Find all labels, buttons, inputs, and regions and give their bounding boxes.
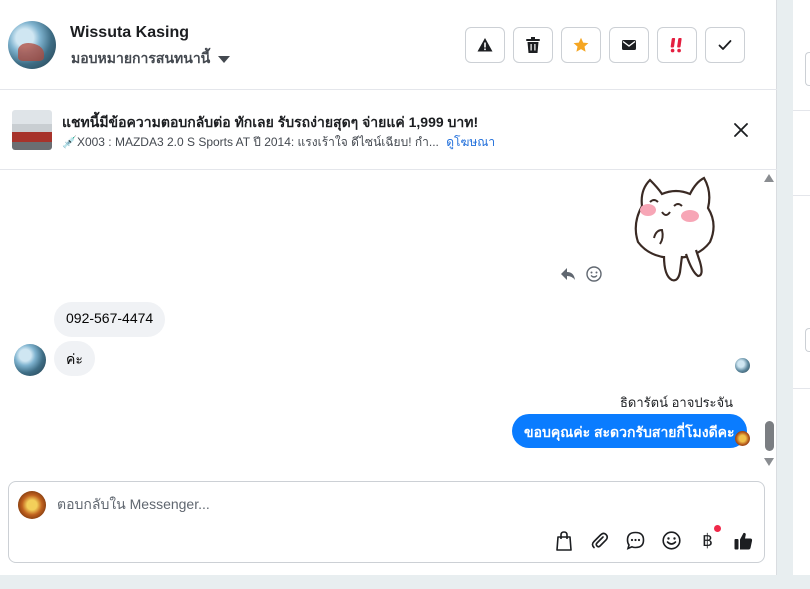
ad-thumbnail[interactable] xyxy=(12,110,52,150)
scroll-up-arrow-icon[interactable] xyxy=(764,174,774,182)
report-spam-button[interactable] xyxy=(465,27,505,63)
view-ad-link[interactable]: ดูโฆษณา xyxy=(446,135,495,149)
ad-subtitle: 💉X003 : MAZDA3 2.0 S Sports AT ปี 2014: … xyxy=(62,133,495,152)
right-details-panel xyxy=(793,0,810,575)
delete-button[interactable] xyxy=(513,27,553,63)
outgoing-message[interactable]: ขอบคุณค่ะ สะดวกรับสายกี่โมงดีคะ xyxy=(512,414,747,448)
payment-button[interactable]: ฿ xyxy=(696,525,721,552)
emoji-reaction-icon[interactable] xyxy=(586,266,602,282)
baht-icon: ฿ xyxy=(702,530,713,551)
star-icon xyxy=(573,37,589,52)
header-toolbar xyxy=(465,27,745,63)
exclamation-icon xyxy=(670,38,682,53)
shop-button[interactable] xyxy=(552,529,575,552)
sender-name: ธิดารัตน์ อาจประจัน xyxy=(620,395,734,410)
ad-context-banner: แชทนี้มีข้อความตอบกลับต่อ ทักเลย รับรถง่… xyxy=(0,90,777,170)
incoming-message[interactable]: 092-567-4474 xyxy=(54,302,166,337)
bag-icon xyxy=(555,530,572,551)
contact-avatar[interactable] xyxy=(8,21,56,69)
incoming-message[interactable]: ค่ะ xyxy=(54,341,95,376)
panel-field[interactable] xyxy=(805,328,810,352)
saved-replies-button[interactable] xyxy=(624,529,647,552)
emoji-icon xyxy=(662,531,681,550)
paperclip-icon xyxy=(591,532,608,548)
follow-up-button[interactable] xyxy=(657,27,697,63)
mark-done-button[interactable] xyxy=(705,27,745,63)
emoji-button[interactable] xyxy=(660,529,683,552)
envelope-icon xyxy=(622,40,636,50)
warning-icon xyxy=(477,38,493,52)
divider xyxy=(793,388,810,389)
cat-sticker xyxy=(634,176,715,282)
assign-label: มอบหมายการสนทนานี้ xyxy=(71,50,211,66)
mark-unread-button[interactable] xyxy=(609,27,649,63)
divider xyxy=(793,195,810,196)
assign-conversation-dropdown[interactable]: มอบหมายการสนทนานี้ xyxy=(71,48,231,70)
reply-icon[interactable] xyxy=(560,267,576,281)
conversation-header: Wissuta Kasing มอบหมายการสนทนานี้ xyxy=(0,0,777,90)
thumbs-up-icon xyxy=(734,532,753,549)
composer-toolbar: ฿ xyxy=(552,525,755,552)
seen-indicator-avatar xyxy=(735,358,750,373)
attach-button[interactable] xyxy=(588,529,611,552)
contact-avatar-small xyxy=(14,344,46,376)
contact-name[interactable]: Wissuta Kasing xyxy=(70,24,189,42)
page-avatar xyxy=(18,491,46,519)
close-icon[interactable] xyxy=(731,120,751,140)
reply-input[interactable] xyxy=(57,496,657,512)
star-button[interactable] xyxy=(561,27,601,63)
scroll-down-arrow-icon[interactable] xyxy=(764,458,774,466)
reply-composer: ฿ xyxy=(8,481,765,563)
divider xyxy=(793,110,810,111)
chat-bubble-icon xyxy=(626,531,645,550)
notification-dot xyxy=(714,525,721,532)
panel-field[interactable] xyxy=(805,52,810,86)
ad-subtitle-text: 💉X003 : MAZDA3 2.0 S Sports AT ปี 2014: … xyxy=(62,135,439,149)
trash-icon xyxy=(526,37,540,53)
check-icon xyxy=(718,40,732,50)
like-button[interactable] xyxy=(732,529,755,552)
caret-down-icon xyxy=(218,55,231,63)
conversation-panel: Wissuta Kasing มอบหมายการสนทนานี้ แชทนี้… xyxy=(0,0,777,575)
scrollbar-thumb[interactable] xyxy=(765,421,774,451)
message-actions xyxy=(560,266,602,282)
agent-avatar-small xyxy=(735,431,750,446)
ad-title: แชทนี้มีข้อความตอบกลับต่อ ทักเลย รับรถง่… xyxy=(62,114,479,130)
